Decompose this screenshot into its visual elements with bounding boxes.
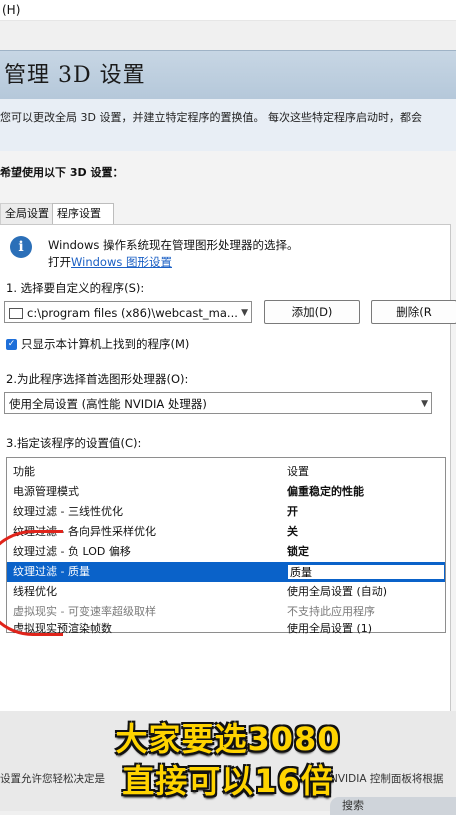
row-feature: 纹理过滤 - 负 LOD 偏移: [13, 545, 131, 558]
page-description: 您可以更改全局 3D 设置，并建立特定程序的置换值。 每次这些特定程序启动时，都…: [0, 111, 422, 124]
table-row[interactable]: 纹理过滤 - 负 LOD 偏移 锁定: [7, 542, 445, 562]
settings-table: 功能 设置 电源管理模式 偏重稳定的性能 纹理过滤 - 三线性优化 开 纹理过滤…: [6, 457, 446, 634]
info-icon: i: [10, 236, 32, 258]
show-found-programs-row[interactable]: ✓ 只显示本计算机上找到的程序(M): [6, 336, 189, 352]
header-band: 管理 3D 设置: [0, 50, 456, 100]
chevron-down-icon: ▼: [421, 399, 428, 409]
show-found-programs-checkbox[interactable]: ✓: [6, 339, 17, 350]
remove-program-button[interactable]: 删除(R: [371, 300, 456, 324]
menu-help[interactable]: (H): [2, 3, 20, 17]
step3-label: 3.指定该程序的设置值(C):: [6, 436, 142, 450]
tab-program-settings[interactable]: 程序设置: [52, 203, 114, 224]
info-text: Windows 操作系统现在管理图形处理器的选择。: [48, 238, 299, 252]
add-program-button[interactable]: 添加(D): [264, 300, 360, 324]
main-panel: 希望使用以下 3D 设置： 全局设置 程序设置 i Windows 操作系统现在…: [0, 151, 456, 712]
caption-line-1: 大家要选3080: [115, 720, 341, 758]
row-setting: 开: [287, 505, 298, 518]
row-feature: 纹理过滤 - 质量: [13, 565, 90, 578]
row-setting-dropdown[interactable]: 质量: [287, 564, 445, 580]
table-header: 功能 设置: [7, 462, 445, 482]
graphics-processor-select[interactable]: 使用全局设置 (高性能 NVIDIA 处理器) ▼: [4, 392, 432, 414]
row-setting: 偏重稳定的性能: [287, 485, 364, 498]
row-feature: 线程优化: [13, 585, 57, 598]
page-title: 管理 3D 设置: [4, 63, 146, 88]
step2-label: 2.为此程序选择首选图形处理器(O):: [6, 372, 189, 386]
graphics-processor-value: 使用全局设置 (高性能 NVIDIA 处理器): [9, 397, 207, 411]
row-feature: 纹理过滤 - 三线性优化: [13, 505, 123, 518]
header-feature: 功能: [13, 465, 35, 478]
menu-bar: (H): [0, 0, 456, 21]
section-label: 希望使用以下 3D 设置：: [0, 166, 124, 179]
chevron-down-icon: ▼: [241, 308, 248, 318]
row-feature: 电源管理模式: [13, 485, 79, 498]
table-row-selected[interactable]: 纹理过滤 - 质量 质量: [7, 562, 445, 582]
row-setting: 使用全局设置 (自动): [287, 585, 388, 598]
taskbar-search[interactable]: 搜索: [330, 797, 456, 815]
row-setting: 锁定: [287, 545, 309, 558]
show-found-programs-label: 只显示本计算机上找到的程序(M): [21, 337, 190, 351]
caption-line-2: 直接可以16倍: [122, 762, 334, 800]
tab-global-settings[interactable]: 全局设置: [0, 203, 54, 224]
table-row[interactable]: 电源管理模式 偏重稳定的性能: [7, 482, 445, 502]
tab-content: i Windows 操作系统现在管理图形处理器的选择。 打开Windows 图形…: [0, 224, 456, 712]
table-row[interactable]: 纹理过滤 - 三线性优化 开: [7, 502, 445, 522]
row-setting: 使用全局设置 (1): [287, 622, 373, 634]
header-setting: 设置: [287, 465, 309, 478]
table-row[interactable]: 纹理过滤 - 各向异性采样优化 关: [7, 522, 445, 542]
description-band: 您可以更改全局 3D 设置，并建立特定程序的置换值。 每次这些特定程序启动时，都…: [0, 99, 456, 151]
row-setting: 关: [287, 525, 298, 538]
row-feature: 虚拟现实预渲染帧数: [13, 622, 112, 634]
table-row[interactable]: 虚拟现实预渲染帧数 使用全局设置 (1): [7, 622, 445, 634]
program-icon: [9, 308, 23, 319]
table-row[interactable]: 线程优化 使用全局设置 (自动): [7, 582, 445, 602]
windows-graphics-settings-link[interactable]: Windows 图形设置: [71, 255, 172, 269]
program-select[interactable]: c:\program files (x86)\webcast_ma... ▼: [4, 301, 252, 323]
step1-label: 1. 选择要自定义的程序(S):: [6, 281, 145, 295]
row-setting: 不支持此应用程序: [287, 605, 375, 618]
row-feature: 虚拟现实 - 可变速率超级取样: [13, 605, 156, 618]
info-link-prefix: 打开: [48, 255, 71, 269]
program-select-value: c:\program files (x86)\webcast_ma...: [27, 306, 238, 320]
table-row[interactable]: 虚拟现实 - 可变速率超级取样 不支持此应用程序: [7, 602, 445, 622]
row-feature: 纹理过滤 - 各向异性采样优化: [13, 525, 156, 538]
info-link-line: 打开Windows 图形设置: [48, 254, 172, 270]
